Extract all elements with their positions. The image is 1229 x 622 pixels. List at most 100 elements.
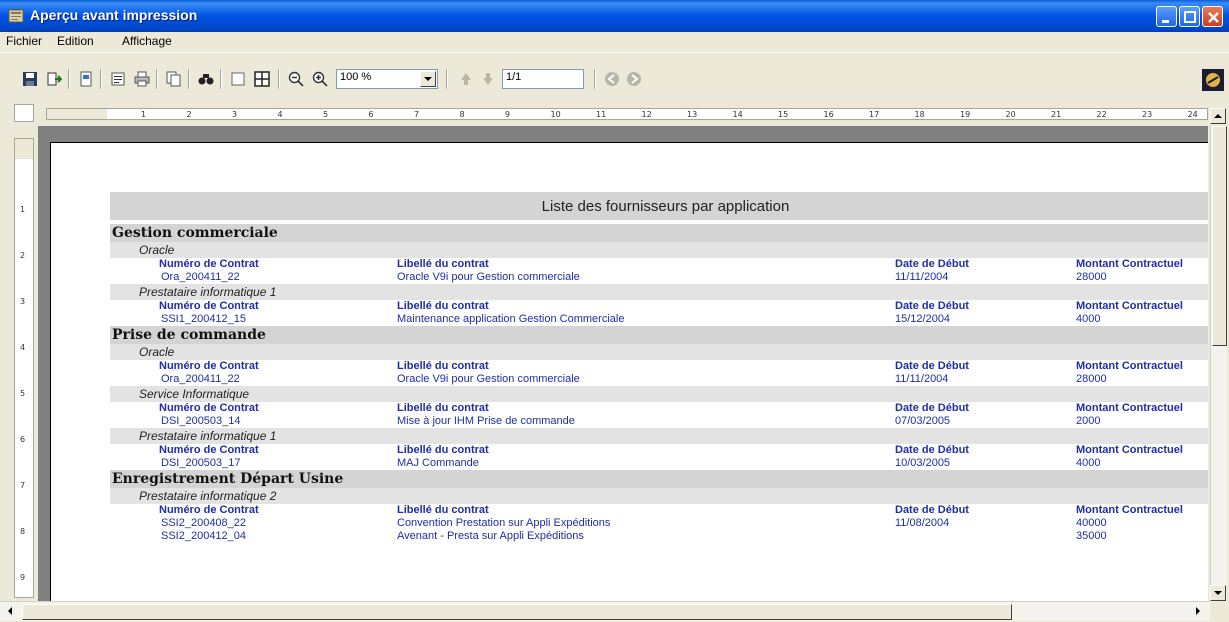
maximize-button[interactable] (1179, 6, 1200, 27)
cell-label: Mise à jour IHM Prise de commande (397, 415, 575, 427)
column-header-start-date: Date de Début (895, 360, 969, 372)
vertical-scrollbar[interactable] (1210, 126, 1227, 601)
column-header-amount: Montant Contractuel (1076, 504, 1183, 516)
column-header-contract-no: Numéro de Contrat (159, 360, 259, 372)
column-header-contract-no: Numéro de Contrat (159, 504, 259, 516)
ruler-tick-label: 6 (368, 110, 374, 119)
ruler-tick-label: 3 (232, 110, 238, 119)
column-header-contract-no: Numéro de Contrat (159, 402, 259, 414)
scroll-down-button[interactable] (1210, 585, 1226, 601)
ruler-tick-label: 24 (1187, 110, 1198, 119)
cell-start-date: 07/03/2005 (895, 415, 951, 427)
cell-amount: 28000 (1076, 373, 1107, 385)
previous-page-icon[interactable] (458, 71, 474, 87)
ruler-tick-label: 4 (20, 343, 26, 352)
column-header-amount: Montant Contractuel (1076, 444, 1183, 456)
horizontal-scroll-thumb[interactable] (22, 604, 1012, 620)
column-header-contract-no: Numéro de Contrat (159, 300, 259, 312)
cell-contract-no: Ora_200411_22 (161, 373, 240, 385)
page-number-field[interactable]: 1/1 (502, 69, 584, 89)
export-icon[interactable] (46, 71, 62, 87)
zoom-select[interactable]: 100 % (336, 69, 438, 89)
cell-contract-no: SSI2_200412_04 (161, 530, 247, 542)
column-header-start-date: Date de Début (895, 300, 969, 312)
cell-contract-no: DSI_200503_17 (161, 457, 241, 469)
scroll-right-button[interactable] (1190, 604, 1206, 620)
column-header-start-date: Date de Début (895, 402, 969, 414)
toolbar-separator (68, 69, 70, 89)
ruler-margin (47, 109, 107, 119)
toolbar: 100 % 1/1 (0, 52, 1229, 96)
find-icon[interactable] (198, 71, 214, 87)
cell-amount: 2000 (1076, 415, 1101, 427)
toolbar-separator (156, 69, 158, 89)
menu-affichage[interactable]: Affichage (122, 34, 172, 48)
app-icon (8, 9, 24, 23)
toolbar-separator (594, 69, 596, 89)
report-page: Liste des fournisseurs par application G… (50, 142, 1208, 601)
column-header-label: Libellé du contrat (397, 402, 489, 414)
cell-label: Oracle V9i pour Gestion commerciale (397, 271, 580, 283)
toolbar-separator (278, 69, 280, 89)
copy-icon[interactable] (166, 71, 182, 87)
ruler-tick-label: 6 (20, 435, 26, 444)
ruler-tick-label: 23 (1142, 110, 1153, 119)
page-setup-icon[interactable] (78, 71, 94, 87)
ruler-tick-label: 14 (732, 110, 743, 119)
preview-viewport[interactable]: Liste des fournisseurs par application G… (38, 126, 1208, 601)
horizontal-scrollbar[interactable] (0, 601, 1210, 621)
scroll-up-button[interactable] (1210, 108, 1226, 124)
toolbar-separator (100, 69, 102, 89)
next-page-icon[interactable] (480, 71, 496, 87)
chevron-down-icon[interactable] (420, 71, 436, 87)
scroll-left-button[interactable] (2, 604, 18, 620)
supplier-header: Service Informatique (110, 386, 1208, 402)
cell-label: Convention Prestation sur Appli Expéditi… (397, 517, 611, 529)
supplier-header: Prestataire informatique 1 (110, 284, 1208, 300)
group-header: Enregistrement Départ Usine (110, 470, 1208, 488)
resize-grip[interactable] (1210, 601, 1229, 621)
ruler-corner (14, 104, 34, 122)
single-page-icon[interactable] (230, 71, 246, 87)
back-icon[interactable] (604, 71, 620, 87)
print-icon[interactable] (134, 71, 150, 87)
cell-label: Avenant - Presta sur Appli Expéditions (397, 530, 584, 542)
vertical-scroll-thumb[interactable] (1212, 126, 1227, 346)
supplier-header: Oracle (110, 344, 1208, 360)
page-number-value: 1/1 (506, 71, 522, 83)
ruler-tick-label: 7 (20, 481, 26, 490)
horizontal-ruler: 1 2 3 4 5 6 7 8 9 10 11 12 13 14 15 16 17 18 19 20 21 22 23 24 (46, 108, 1208, 120)
cell-amount: 4000 (1076, 457, 1101, 469)
report-icon[interactable] (110, 71, 126, 87)
ruler-tick-label: 4 (277, 110, 283, 119)
menu-fichier[interactable]: Fichier (6, 34, 42, 48)
menu-edition[interactable]: Edition (57, 34, 94, 48)
logo-icon (1202, 69, 1224, 91)
ruler-tick-label: 15 (778, 110, 789, 119)
title-bar: Aperçu avant impression (0, 0, 1229, 32)
column-header-contract-no: Numéro de Contrat (159, 444, 259, 456)
group-header: Gestion commerciale (110, 224, 1208, 242)
column-header-label: Libellé du contrat (397, 360, 489, 372)
ruler-tick-label: 7 (414, 110, 420, 119)
column-header-label: Libellé du contrat (397, 504, 489, 516)
ruler-tick-label: 13 (687, 110, 698, 119)
ruler-tick-label: 3 (20, 297, 26, 306)
multi-page-icon[interactable] (254, 71, 270, 87)
ruler-tick-label: 5 (323, 110, 329, 119)
close-button[interactable] (1202, 6, 1223, 27)
minimize-button[interactable] (1156, 6, 1177, 27)
save-icon[interactable] (22, 71, 38, 87)
ruler-margin (15, 139, 33, 159)
ruler-tick-label: 10 (550, 110, 561, 119)
ruler-tick-label: 9 (20, 573, 26, 582)
cell-contract-no: Ora_200411_22 (161, 271, 240, 283)
zoom-out-icon[interactable] (288, 71, 304, 87)
ruler-tick-label: 8 (459, 110, 465, 119)
cell-label: MAJ Commande (397, 457, 479, 469)
forward-icon[interactable] (626, 71, 642, 87)
ruler-tick-label: 20 (1005, 110, 1016, 119)
zoom-in-icon[interactable] (312, 71, 328, 87)
ruler-tick-label: 18 (914, 110, 925, 119)
report-title-bar: Liste des fournisseurs par application (110, 192, 1208, 220)
